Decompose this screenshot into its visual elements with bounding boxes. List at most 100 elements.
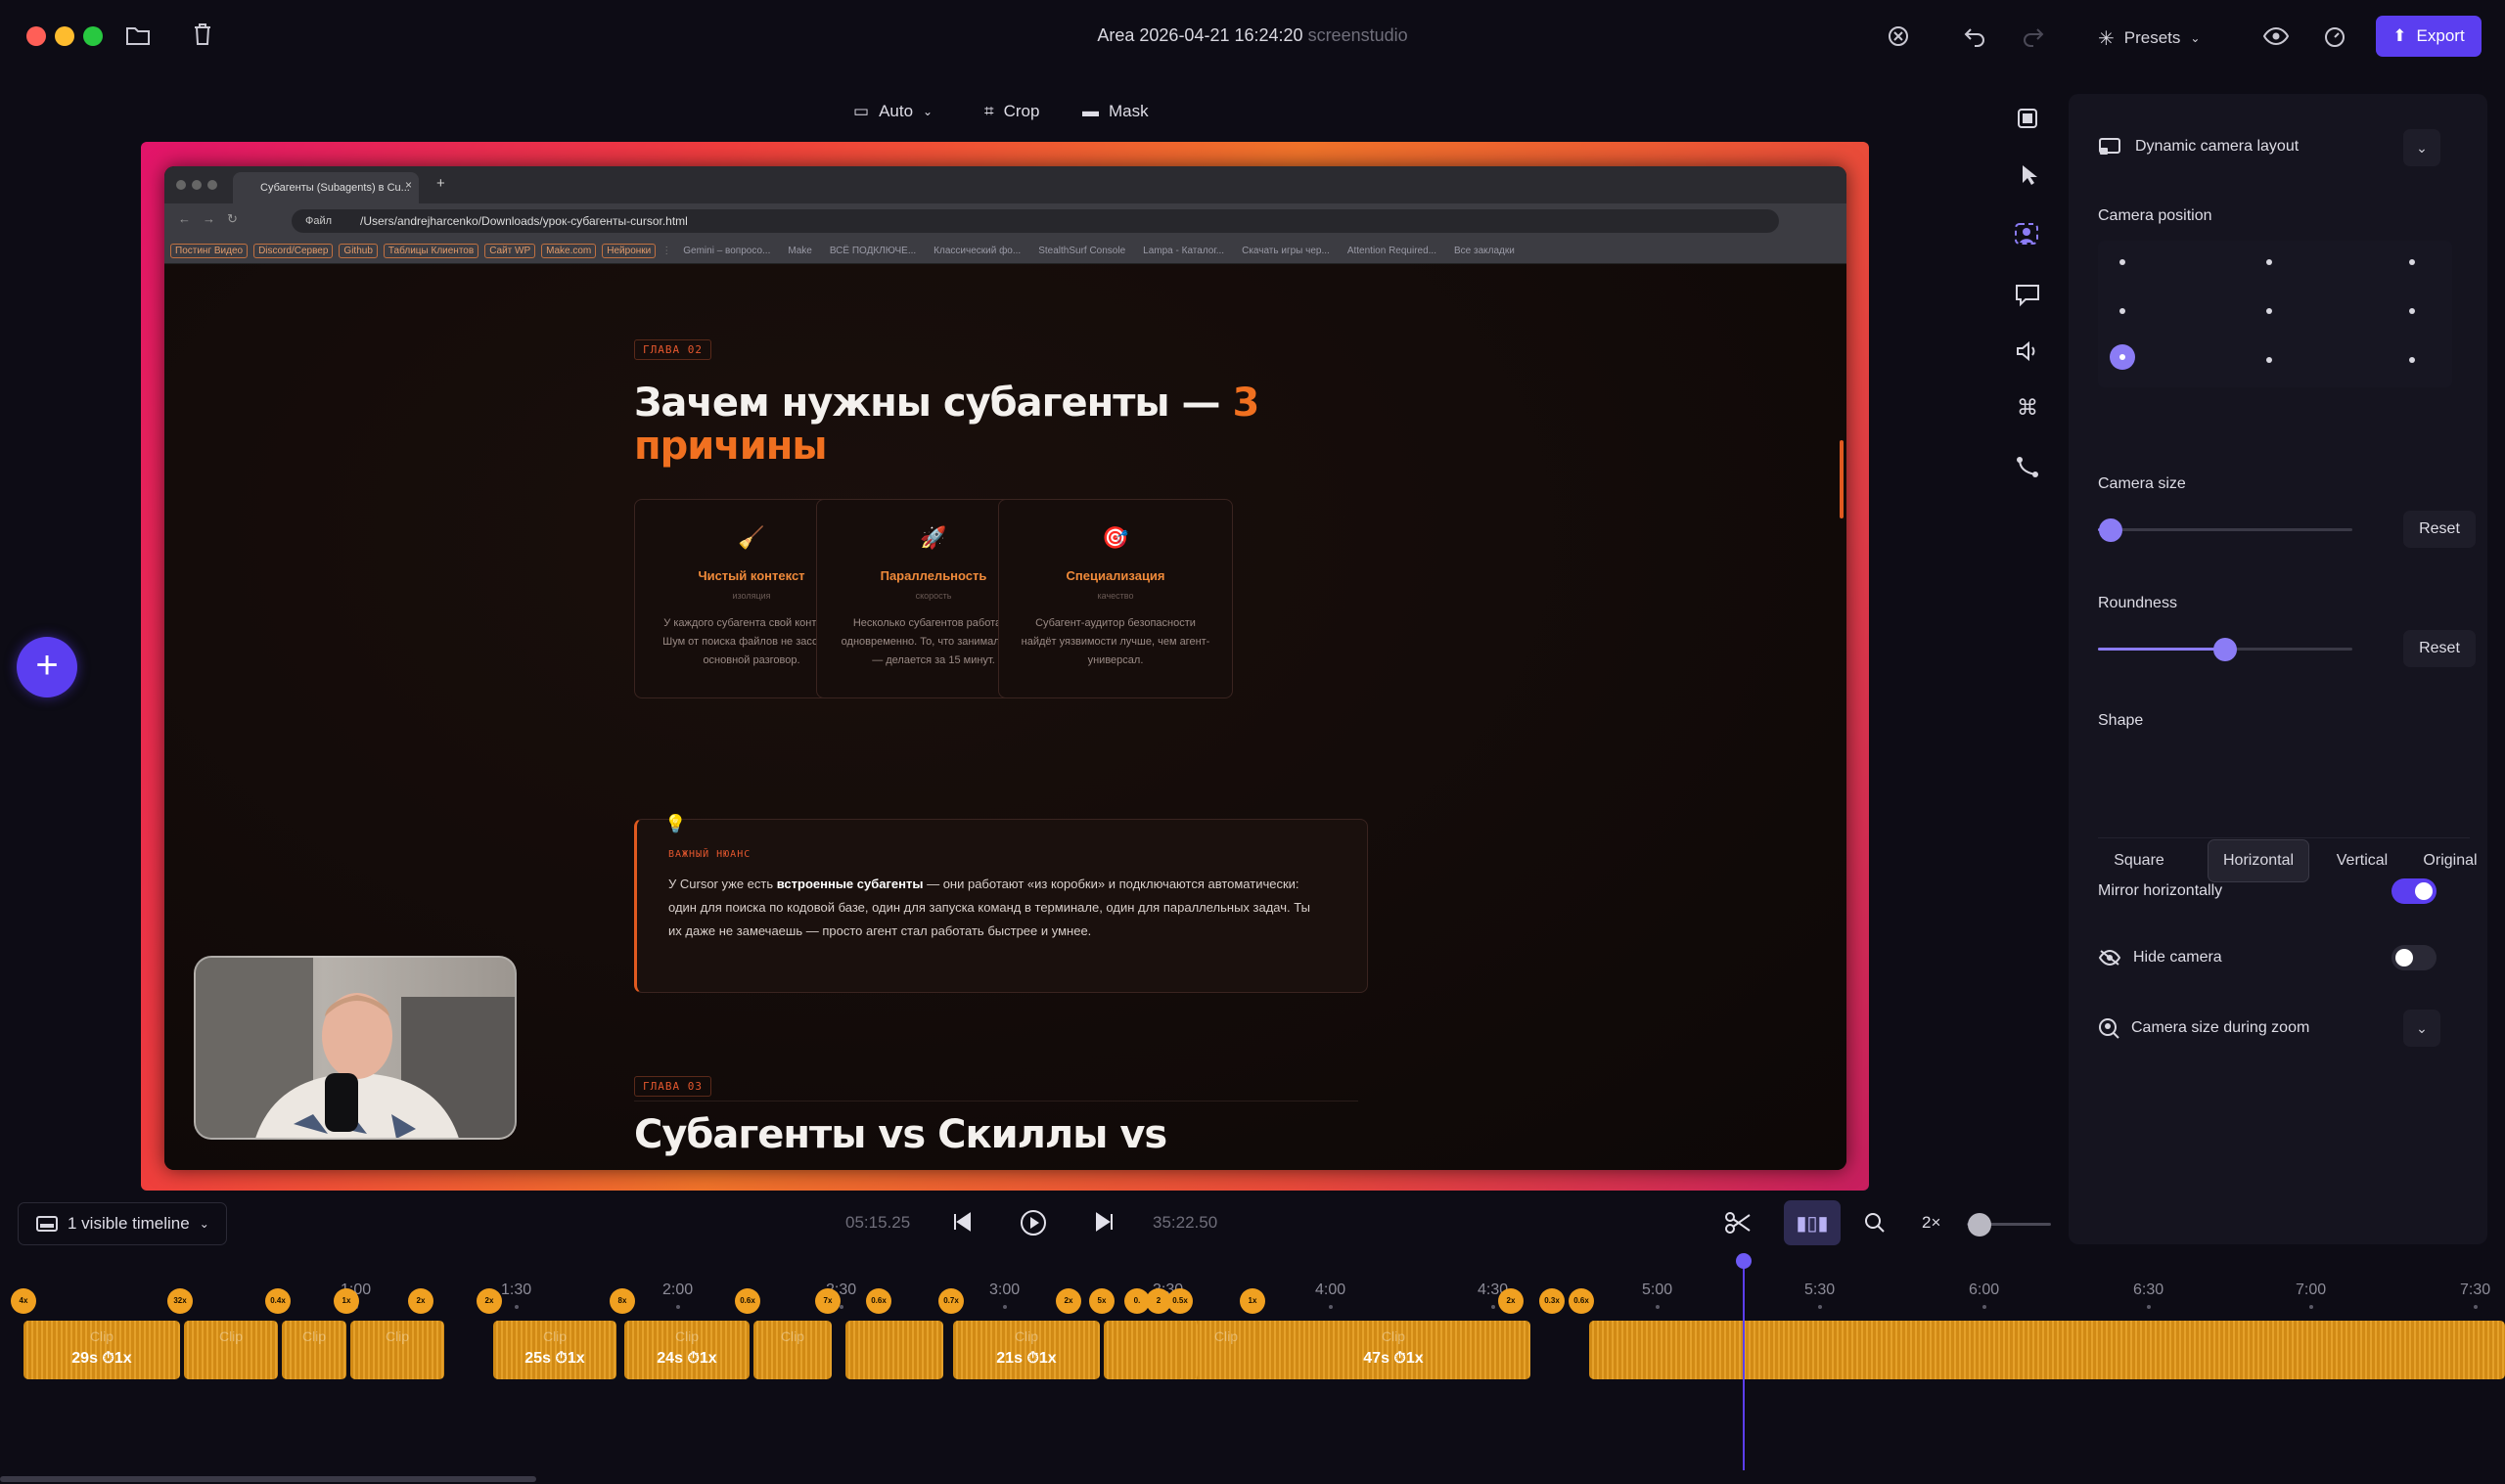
audio-tool-icon[interactable] [2012,338,2043,364]
waveform-toggle[interactable]: ▮▯▮ [1784,1200,1841,1245]
skip-forward-icon[interactable] [1094,1211,1116,1233]
shortcuts-tool-icon[interactable]: ⌘ [2012,395,2043,421]
speed-marker[interactable]: 0.6x [866,1288,891,1314]
layout-selector[interactable]: Dynamic camera layout [2098,137,2299,157]
browser-tab[interactable]: Субагенты (Subagents) в Cu... [233,172,419,203]
motion-path-tool-icon[interactable] [2012,454,2043,479]
position-middle-right[interactable] [2409,308,2415,314]
dismiss-icon[interactable] [1887,24,1910,48]
export-button[interactable]: ⬆ Export [2376,16,2482,57]
address-bar[interactable]: Файл /Users/andrejharcenko/Downloads/уро… [292,209,1779,233]
new-tab-icon[interactable]: + [436,175,445,192]
speed-icon[interactable] [2323,25,2346,49]
undo-icon[interactable] [1963,25,1986,47]
position-top-left[interactable] [2119,259,2125,265]
zoom-timeline-icon[interactable] [1863,1211,1887,1235]
bookmark-folder[interactable]: Нейронки [602,244,657,258]
camera-tool-icon[interactable] [2012,221,2043,247]
timeline-clip[interactable]: Clip 29s ⏱1x [23,1321,180,1379]
position-bottom-center[interactable] [2266,357,2272,363]
bookmark-link[interactable]: Make [782,246,817,256]
speed-marker[interactable]: 1x [334,1288,359,1314]
timeline-clip[interactable] [885,1321,943,1379]
position-bottom-right[interactable] [2409,357,2415,363]
bookmarks-apps-icon[interactable]: ⋮ [661,246,671,256]
timeline-clip[interactable]: Clip [184,1321,278,1379]
page-scrollbar[interactable] [1840,440,1844,518]
play-button[interactable] [1020,1209,1047,1237]
speed-marker[interactable]: 0.7x [938,1288,964,1314]
timeline-clip[interactable]: Clip 21s ⏱1x [953,1321,1100,1379]
shape-option-vertical[interactable]: Vertical [2319,839,2405,882]
bookmark-folder[interactable]: Make.com [541,244,597,258]
add-button[interactable]: + [17,637,77,697]
speed-marker[interactable]: 8x [610,1288,635,1314]
speed-marker[interactable]: 0.5x [1167,1288,1193,1314]
roundness-reset-button[interactable]: Reset [2403,630,2476,667]
horizontal-scrollbar[interactable] [0,1476,536,1482]
bookmark-link[interactable]: ВСЁ ПОДКЛЮЧЕ... [824,246,922,256]
timeline-clip[interactable]: Clip 47s ⏱1x [1256,1321,1530,1379]
speed-marker[interactable]: 2x [1056,1288,1081,1314]
zoom-size-chevron-button[interactable]: ⌄ [2403,1010,2440,1047]
roundness-knob[interactable] [2213,638,2237,661]
speed-marker[interactable]: 2x [477,1288,502,1314]
bookmark-link[interactable]: Все закладки [1448,246,1521,256]
speed-marker[interactable]: 2x [1498,1288,1524,1314]
timeline-clip[interactable]: Clip [350,1321,444,1379]
bookmark-link[interactable]: Скачать игры чер... [1236,246,1336,256]
speed-marker[interactable]: 32x [167,1288,193,1314]
bookmark-link[interactable]: Классический фо... [928,246,1026,256]
bookmark-link[interactable]: StealthSurf Console [1032,246,1131,256]
speed-marker[interactable]: 1x [1240,1288,1265,1314]
zoom-size-row[interactable]: Camera size during zoom [2098,1017,2309,1039]
cursor-tool-icon[interactable] [2012,162,2043,188]
hide-camera-toggle[interactable] [2391,945,2437,970]
mask-button[interactable]: ▬ Mask [1082,102,1149,121]
speed-marker[interactable]: 0.3x [1539,1288,1565,1314]
bookmark-folder[interactable]: Discord/Сервер [253,244,334,258]
shape-option-original[interactable]: Original [2411,839,2489,882]
position-bottom-left[interactable] [2110,344,2135,370]
camera-size-reset-button[interactable]: Reset [2403,511,2476,548]
playhead[interactable] [1743,1255,1745,1470]
tab-close-icon[interactable]: × [405,178,412,192]
layout-chevron-button[interactable]: ⌄ [2403,129,2440,166]
timeline-clip[interactable]: Clip [282,1321,346,1379]
timeline-clip[interactable]: Clip 25s ⏱1x [493,1321,616,1379]
position-middle-center[interactable] [2266,308,2272,314]
speed-marker[interactable]: 0.6x [1569,1288,1594,1314]
shape-option-horizontal[interactable]: Horizontal [2208,839,2309,882]
speed-marker[interactable]: 7x [815,1288,841,1314]
speed-marker[interactable]: 0.6x [735,1288,760,1314]
captions-tool-icon[interactable] [2012,282,2043,307]
camera-size-slider[interactable] [2098,528,2352,531]
redo-icon[interactable] [2022,25,2045,47]
timeline-clip[interactable]: Clip 24s ⏱1x [624,1321,750,1379]
shape-option-square[interactable]: Square [2098,839,2180,882]
playhead-handle[interactable] [1736,1253,1752,1269]
skip-back-icon[interactable] [951,1211,973,1233]
speed-marker[interactable]: 5x [1089,1288,1115,1314]
nav-arrows-icon[interactable]: ←→↻ [178,211,250,227]
bookmark-link[interactable]: Lampa - Каталог... [1137,246,1230,256]
camera-size-knob[interactable] [2099,518,2122,542]
bookmark-link[interactable]: Attention Required... [1342,246,1442,256]
bookmark-folder[interactable]: Сайт WP [484,244,536,258]
speed-marker[interactable]: 0.4x [265,1288,291,1314]
timeline-clip[interactable] [1589,1321,2505,1379]
background-tool-icon[interactable] [2012,106,2043,131]
presets-button[interactable]: ✳ Presets ⌄ [2098,20,2200,57]
eye-icon[interactable] [2262,25,2290,47]
timeline-zoom-knob[interactable] [1968,1213,1991,1237]
timeline-clip[interactable] [1178,1321,1198,1379]
position-top-right[interactable] [2409,259,2415,265]
bookmark-link[interactable]: Gemini – вопросо... [677,246,776,256]
scissors-icon[interactable] [1724,1211,1752,1235]
position-top-center[interactable] [2266,259,2272,265]
position-middle-left[interactable] [2119,308,2125,314]
timeline-visibility-select[interactable]: 1 visible timeline ⌄ [18,1202,227,1245]
speed-marker[interactable]: 2x [408,1288,433,1314]
bookmark-folder[interactable]: Постинг Видео [170,244,249,258]
bookmark-folder[interactable]: Github [339,244,378,258]
